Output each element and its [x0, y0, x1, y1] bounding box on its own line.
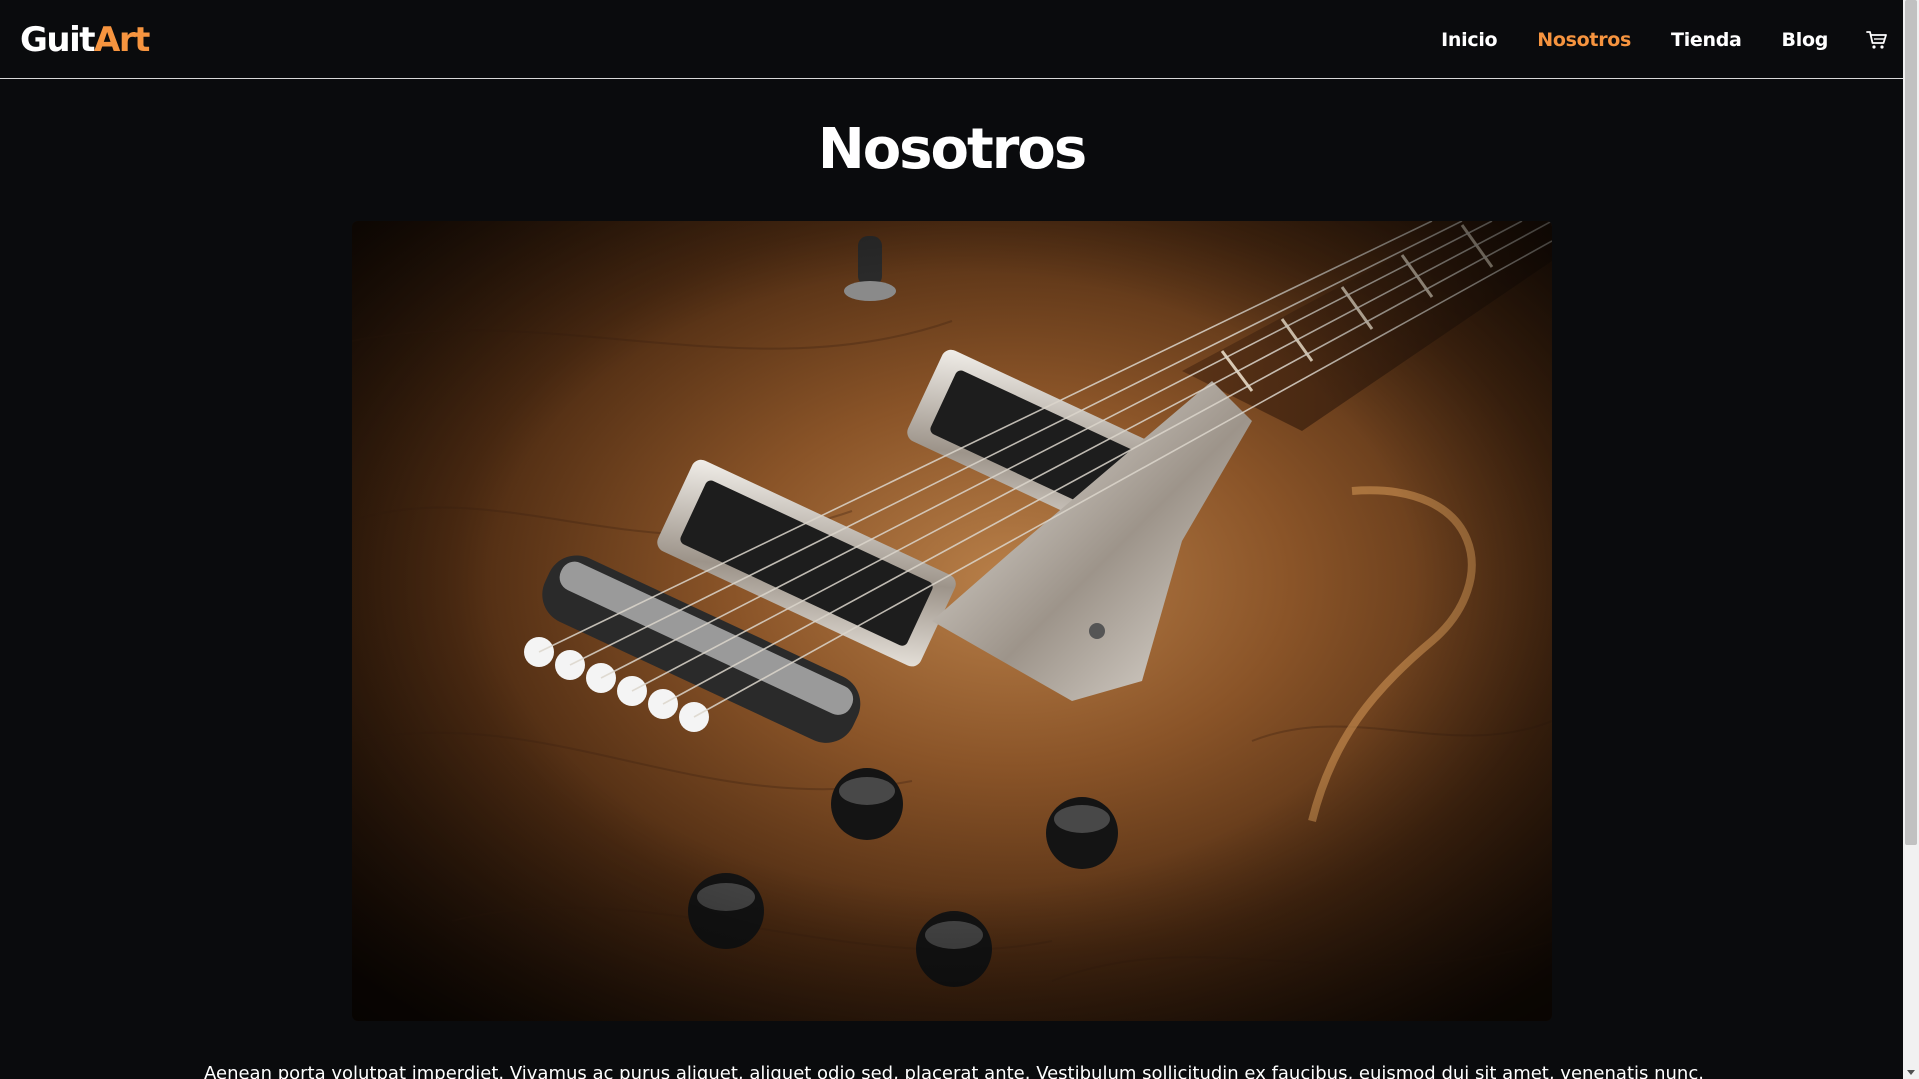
scroll-down-arrow-icon[interactable] [1907, 1070, 1915, 1075]
page-title: Nosotros [817, 117, 1087, 182]
hero-guitar-image [352, 221, 1552, 1021]
nav-link-inicio[interactable]: Inicio [1441, 29, 1497, 51]
nav-link-nosotros[interactable]: Nosotros [1537, 29, 1631, 51]
intro-paragraph: Aenean porta volutpat imperdiet. Vivamus… [204, 1063, 1704, 1079]
nav-link-tienda[interactable]: Tienda [1671, 29, 1742, 51]
page-scrollbar[interactable] [1903, 0, 1919, 1079]
main-nav: Inicio Nosotros Tienda Blog [1401, 0, 1888, 79]
logo-text-guit: Guit [20, 20, 96, 60]
site-header: GuitArt Inicio Nosotros Tienda Blog [0, 0, 1903, 79]
nav-link-blog[interactable]: Blog [1782, 29, 1829, 51]
scrollbar-thumb[interactable] [1905, 0, 1917, 845]
page: GuitArt Inicio Nosotros Tienda Blog Noso… [0, 0, 1903, 1079]
shopping-cart-icon[interactable] [1866, 29, 1888, 51]
logo-text-art: Art [94, 20, 150, 60]
logo[interactable]: GuitArt [20, 18, 150, 62]
